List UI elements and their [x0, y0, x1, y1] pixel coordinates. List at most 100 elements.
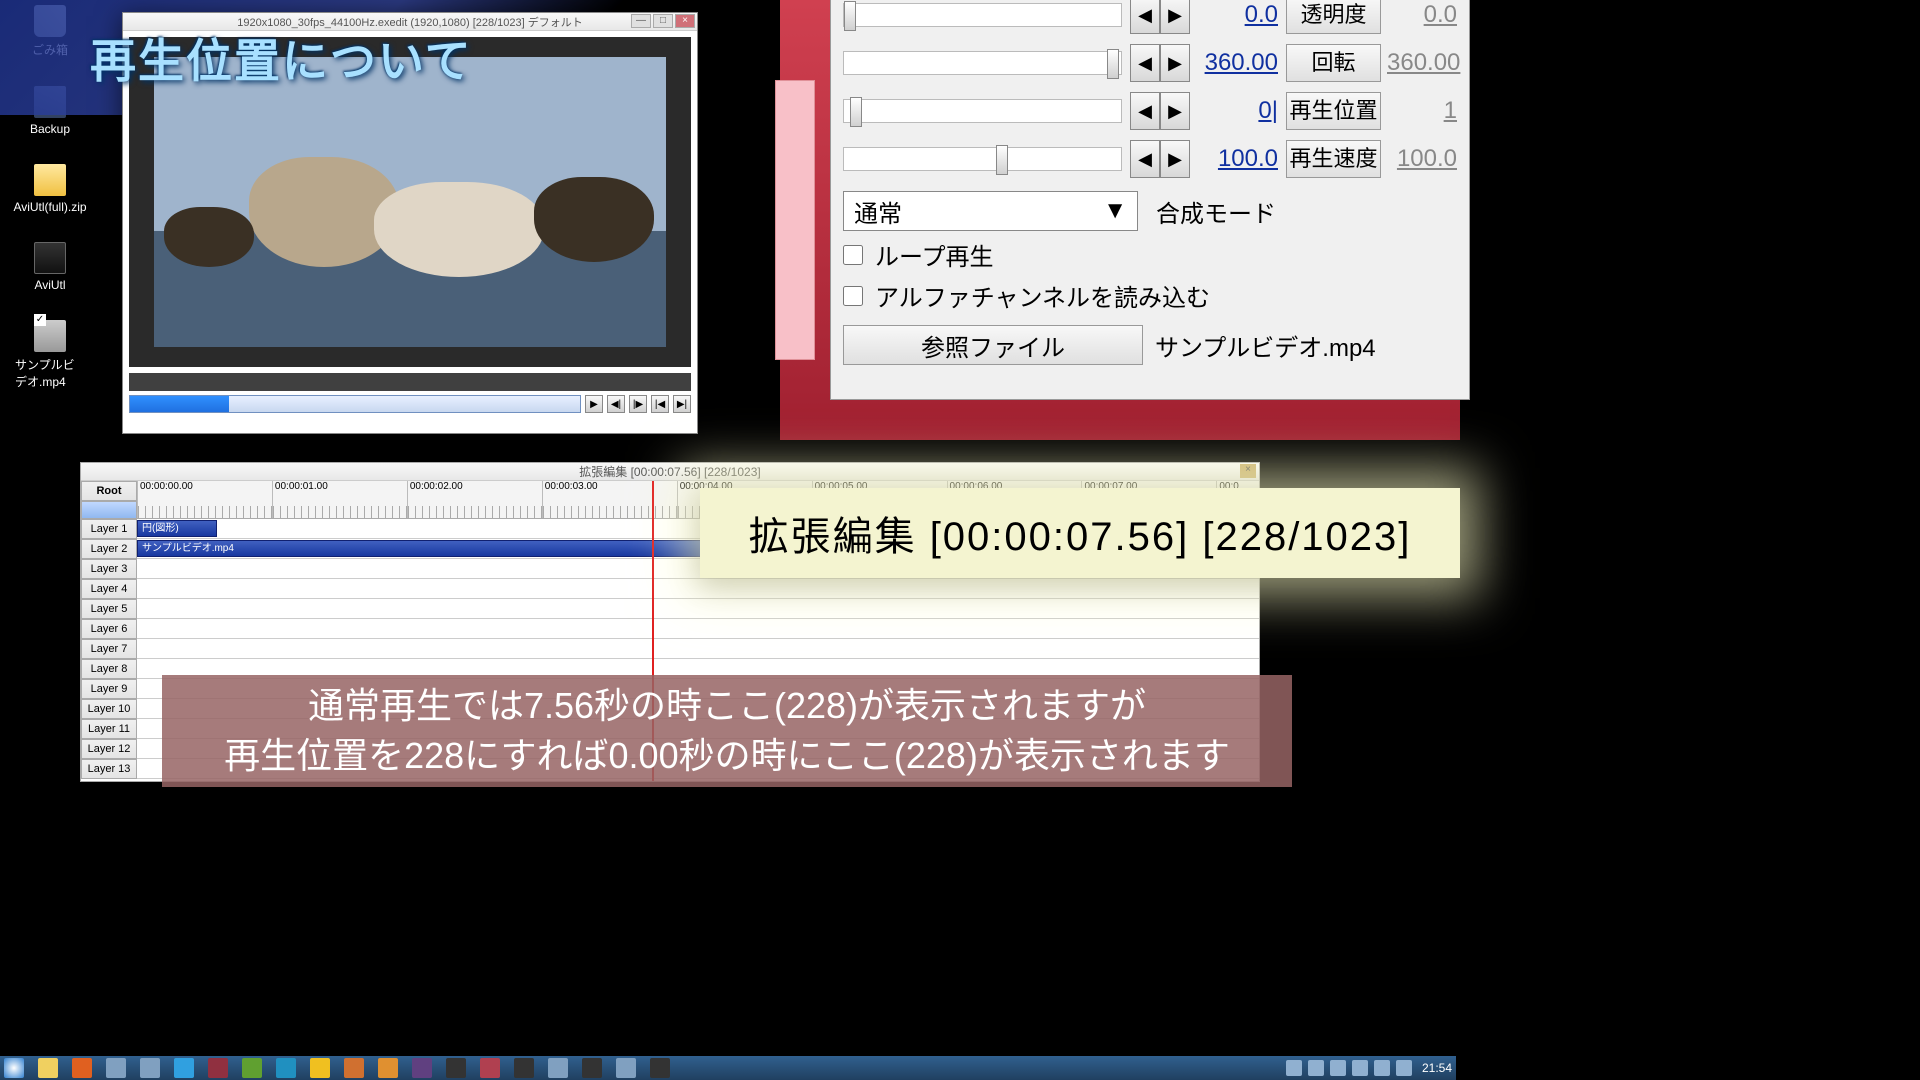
maximize-button[interactable]: □ — [653, 14, 673, 28]
zip-icon — [34, 164, 66, 196]
app-icon[interactable] — [650, 1058, 670, 1078]
layer-cell[interactable]: Layer 10 — [81, 699, 137, 719]
prop-label[interactable]: 回転 — [1286, 44, 1381, 82]
prop-label[interactable]: 再生速度 — [1286, 140, 1381, 178]
layer-scroll[interactable] — [81, 501, 137, 519]
app-icon — [34, 242, 66, 274]
prop-label[interactable]: 透明度 — [1286, 0, 1381, 34]
slider-playspeed[interactable] — [843, 147, 1122, 171]
prop-value[interactable]: 360.00 — [1198, 49, 1278, 77]
prop-value2[interactable]: 1 — [1387, 97, 1457, 125]
tray-icon[interactable] — [1308, 1060, 1324, 1076]
layer-cell[interactable]: Layer 1 — [81, 519, 137, 539]
layer-cell[interactable]: Layer 11 — [81, 719, 137, 739]
volume-icon[interactable] — [1330, 1060, 1346, 1076]
tray-icon[interactable] — [1396, 1060, 1412, 1076]
slider-rotation[interactable] — [843, 51, 1122, 75]
prop-value[interactable]: 100.0 — [1198, 145, 1278, 173]
minimize-button[interactable]: ― — [631, 14, 651, 28]
taskbar[interactable]: 21:54 — [0, 1056, 1456, 1080]
tray-icon[interactable] — [1374, 1060, 1390, 1076]
prop-value[interactable]: 0.0 — [1198, 1, 1278, 29]
prev-frame-button[interactable]: ◀| — [607, 395, 625, 413]
first-frame-button[interactable]: |◀ — [651, 395, 669, 413]
app-icon[interactable] — [514, 1058, 534, 1078]
desktop-icon-zip[interactable]: AviUtl(full).zip — [15, 164, 85, 214]
app-icon[interactable] — [480, 1058, 500, 1078]
blend-label: 合成モード — [1156, 194, 1276, 229]
loop-checkbox[interactable]: ループ再生 — [843, 237, 1457, 272]
prop-value2[interactable]: 0.0 — [1387, 1, 1457, 29]
app-icon[interactable] — [344, 1058, 364, 1078]
app-icon[interactable] — [582, 1058, 602, 1078]
prop-label[interactable]: 再生位置 — [1286, 92, 1381, 130]
slider-playpos[interactable] — [843, 99, 1122, 123]
system-tray[interactable] — [1280, 1060, 1412, 1076]
ruler-tick: 00:00:00.00 — [137, 481, 272, 518]
step-right-icon[interactable]: ▶ — [1160, 44, 1190, 82]
alpha-checkbox[interactable]: アルファチャンネルを読み込む — [843, 278, 1457, 313]
blend-mode-combo[interactable]: 通常 ▼ — [843, 191, 1138, 231]
checkbox-icon[interactable] — [843, 286, 863, 306]
checkbox-icon[interactable] — [843, 245, 863, 265]
app-icon[interactable] — [378, 1058, 398, 1078]
clip-shape[interactable]: 円(図形) — [137, 520, 217, 537]
start-button[interactable] — [4, 1058, 24, 1078]
zoom-title-overlay: 拡張編集 [00:00:07.56] [228/1023] — [700, 488, 1460, 578]
slider-opacity[interactable] — [843, 3, 1122, 27]
play-button[interactable]: ▶ — [585, 395, 603, 413]
desktop-icon-label: サンプルビデオ.mp4 — [15, 356, 85, 390]
layer-cell[interactable]: Layer 8 — [81, 659, 137, 679]
desktop-icon-aviutl[interactable]: AviUtl — [15, 242, 85, 292]
prop-value2[interactable]: 100.0 — [1387, 145, 1457, 173]
app-icon[interactable] — [412, 1058, 432, 1078]
step-right-icon[interactable]: ▶ — [1160, 0, 1190, 34]
layer-cell[interactable]: Layer 7 — [81, 639, 137, 659]
layer-cell[interactable]: Layer 13 — [81, 759, 137, 779]
track-row[interactable] — [137, 579, 1259, 599]
app-icon[interactable] — [208, 1058, 228, 1078]
prop-value2[interactable]: 360.00 — [1387, 49, 1457, 77]
desktop-icon-sample[interactable]: サンプルビデオ.mp4 — [15, 320, 85, 390]
app-icon[interactable] — [242, 1058, 262, 1078]
step-right-icon[interactable]: ▶ — [1160, 92, 1190, 130]
timeline-titlebar[interactable]: 拡張編集 [00:00:07.56] [228/1023] × — [81, 463, 1259, 481]
firefox-icon[interactable] — [72, 1058, 92, 1078]
step-left-icon[interactable]: ◀ — [1130, 0, 1160, 34]
app-icon[interactable] — [276, 1058, 296, 1078]
next-frame-button[interactable]: |▶ — [629, 395, 647, 413]
root-cell[interactable]: Root — [81, 481, 137, 501]
explorer-icon[interactable] — [38, 1058, 58, 1078]
track-row[interactable] — [137, 619, 1259, 639]
layer-cell[interactable]: Layer 6 — [81, 619, 137, 639]
layer-cell[interactable]: Layer 3 — [81, 559, 137, 579]
app-icon[interactable] — [548, 1058, 568, 1078]
layer-cell[interactable]: Layer 9 — [81, 679, 137, 699]
taskbar-clock[interactable]: 21:54 — [1422, 1061, 1452, 1075]
layer-cell[interactable]: Layer 5 — [81, 599, 137, 619]
tray-icon[interactable] — [1286, 1060, 1302, 1076]
app-icon[interactable] — [140, 1058, 160, 1078]
timeline-close-button[interactable]: × — [1240, 464, 1256, 478]
layer-cell[interactable]: Layer 2 — [81, 539, 137, 559]
close-button[interactable]: × — [675, 14, 695, 28]
last-frame-button[interactable]: ▶| — [673, 395, 691, 413]
step-left-icon[interactable]: ◀ — [1130, 92, 1160, 130]
app-icon[interactable] — [446, 1058, 466, 1078]
step-left-icon[interactable]: ◀ — [1130, 140, 1160, 178]
track-row[interactable] — [137, 599, 1259, 619]
step-left-icon[interactable]: ◀ — [1130, 44, 1160, 82]
app-icon[interactable] — [106, 1058, 126, 1078]
network-icon[interactable] — [1352, 1060, 1368, 1076]
reference-file-button[interactable]: 参照ファイル — [843, 325, 1143, 365]
skype-icon[interactable] — [174, 1058, 194, 1078]
app-icon[interactable] — [310, 1058, 330, 1078]
layer-cell[interactable]: Layer 12 — [81, 739, 137, 759]
prop-row-playspeed: ◀▶ 100.0 再生速度 100.0 — [843, 135, 1457, 183]
seek-track[interactable] — [129, 395, 581, 413]
layer-cell[interactable]: Layer 4 — [81, 579, 137, 599]
app-icon[interactable] — [616, 1058, 636, 1078]
step-right-icon[interactable]: ▶ — [1160, 140, 1190, 178]
track-row[interactable] — [137, 639, 1259, 659]
prop-value[interactable]: 0| — [1198, 97, 1278, 125]
